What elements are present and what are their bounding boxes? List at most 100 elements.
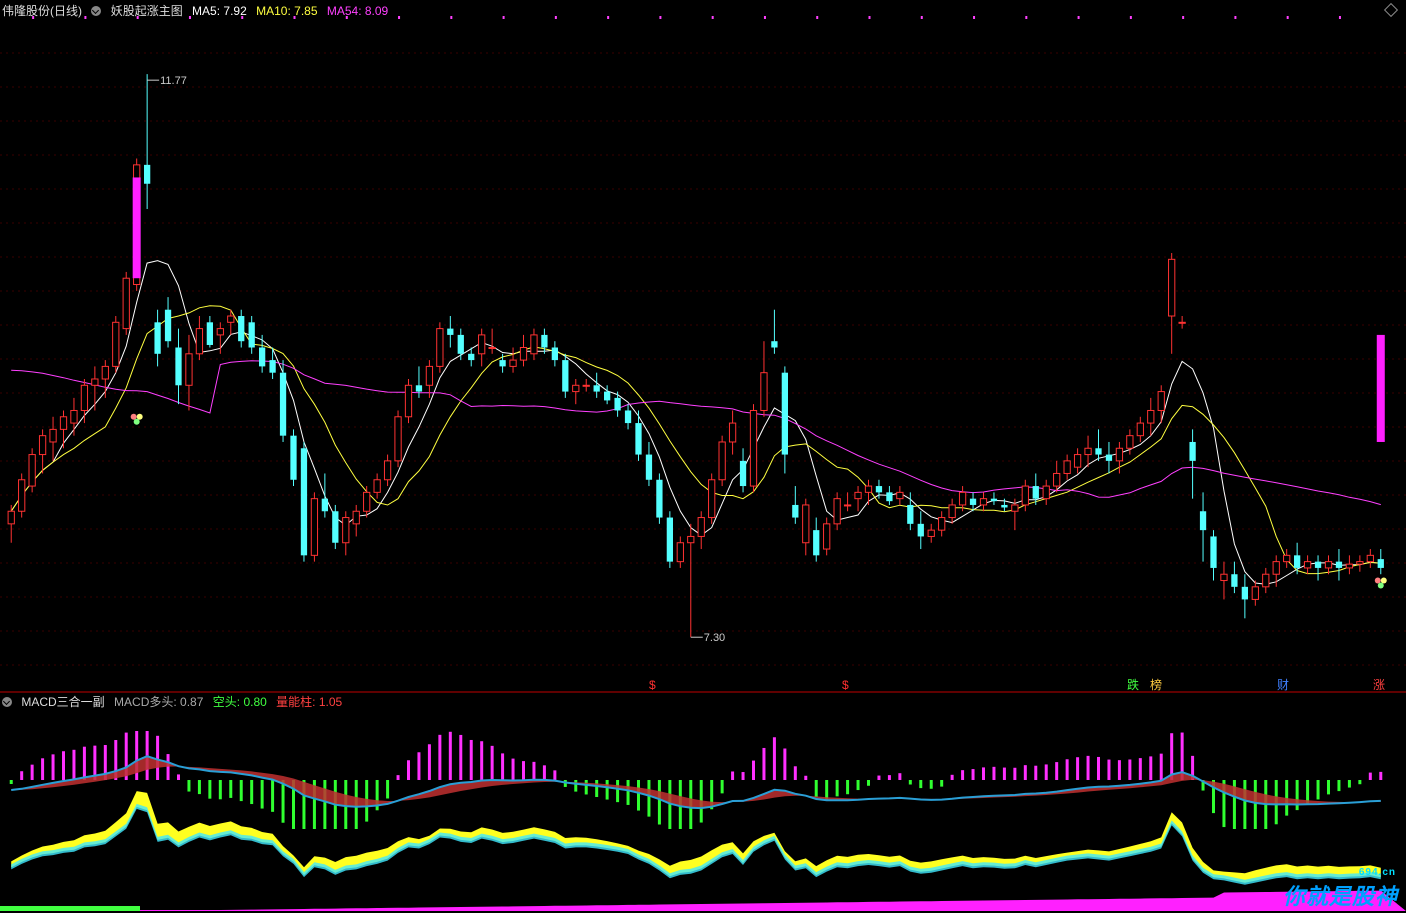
macd-pane [0, 731, 1406, 911]
top-signal-mark [763, 16, 766, 19]
candle-body [676, 542, 684, 563]
macd-hist-bar [595, 780, 599, 798]
macd-hist-bar [887, 775, 891, 780]
candle-body [404, 384, 413, 418]
macd-hist-bar [720, 780, 724, 794]
candle-body [1251, 586, 1259, 600]
candle-body [530, 334, 538, 355]
macd-hist-bar [459, 734, 463, 780]
candle-body [875, 486, 883, 493]
macd-hist-bar [407, 760, 410, 780]
macd-hist-bar [647, 780, 651, 817]
ma5-value: 7.92 [223, 4, 247, 18]
candle-body [1189, 441, 1196, 461]
macd-hist-bar [1159, 753, 1163, 780]
candle-body [394, 416, 402, 462]
candle-body [144, 164, 151, 184]
macd-hist-bar [532, 761, 536, 780]
ma5-line [10, 260, 1381, 585]
candle-body [468, 353, 475, 361]
macd-hist-bar [1065, 759, 1069, 780]
candle-body [59, 416, 68, 430]
candle-body [259, 347, 266, 367]
signal-dot [130, 413, 137, 420]
candlestick-series[interactable] [7, 74, 1385, 638]
candle-body [864, 485, 873, 493]
candle-body [1136, 422, 1144, 437]
candle-body [1084, 447, 1092, 456]
macd-hist-bar [1107, 759, 1111, 780]
marker-bang[interactable]: 榜 [1150, 678, 1162, 692]
chevron-down-icon[interactable] [2, 696, 12, 707]
candle-body [990, 498, 998, 502]
macd-hist-bar [1117, 760, 1121, 780]
macd-bull-label-text: MACD多头: [114, 695, 177, 709]
candle-body [604, 391, 611, 401]
candle-body [749, 409, 758, 487]
macd-hist-bar [323, 780, 327, 829]
candle-body [1283, 554, 1291, 563]
macd-hist-bar [835, 780, 839, 797]
ma10-label-text: MA10: [256, 4, 291, 18]
candle-body [1157, 391, 1165, 411]
candle-body [112, 321, 120, 367]
macd-hist-bar [281, 780, 285, 823]
ma54-label: MA54: 8.09 [327, 4, 388, 18]
top-signal-mark [659, 16, 662, 19]
candle-body [551, 347, 558, 361]
candle-body [499, 360, 506, 367]
sub-header: MACD三合一副 MACD多头: 0.87 空头: 0.80 量能柱: 1.05 [2, 693, 348, 711]
candle-body [582, 384, 590, 387]
candle-body [854, 491, 862, 500]
macd-hist-bar [908, 780, 912, 785]
marker-die[interactable]: 跌 [1127, 678, 1139, 692]
candle-body [195, 328, 204, 355]
macd-hist-bar [386, 780, 390, 799]
candle-body [572, 384, 580, 393]
candle-body [1324, 561, 1333, 569]
top-signal-mark [1182, 16, 1185, 19]
macd-hist-bar [762, 747, 766, 780]
macd-hist-bar [929, 780, 933, 789]
candle-body [1220, 573, 1228, 582]
macd-hist-bar [218, 780, 222, 800]
top-signal-mark [920, 16, 923, 19]
candle-body [833, 498, 841, 525]
candle-body [718, 441, 726, 481]
macd-hist-bar [1316, 780, 1320, 800]
chevron-down-icon[interactable] [91, 5, 102, 16]
macd-hist-bar [1170, 733, 1174, 780]
candle-body [771, 341, 778, 348]
macd-bear-label-text: 空头: [212, 695, 241, 709]
macd-hist-bar [961, 770, 965, 780]
candle-body [802, 504, 810, 544]
indicator-title[interactable]: 妖股起涨主图 [111, 4, 183, 18]
top-signal-mark [816, 16, 819, 19]
macd-hist-bar [1044, 764, 1048, 780]
candle-body [1168, 258, 1176, 317]
macd-hist-bar [1023, 765, 1027, 780]
candle-body [1178, 321, 1186, 324]
marker-dollar-2[interactable]: $ [842, 678, 849, 692]
stock-title: 伟隆股份(日线) [2, 4, 82, 18]
candle-body [1147, 409, 1155, 424]
marker-cai[interactable]: 财 [1277, 678, 1289, 692]
signal-dot [1377, 582, 1384, 589]
macd-hist-bar [553, 770, 557, 780]
macd-hist-bar [1337, 780, 1341, 792]
candle-body [1199, 511, 1207, 531]
kline-chart[interactable]: 11.77 7.30 [0, 0, 1406, 913]
candle-body [175, 347, 182, 386]
candle-body [1241, 586, 1248, 600]
macd-hist-bar [396, 775, 400, 780]
candle-body [269, 360, 276, 373]
candle-body [38, 435, 47, 456]
candle-body [562, 360, 569, 392]
candle-body [624, 410, 632, 424]
ma54-value: 8.09 [364, 4, 389, 18]
sub-indicator-title[interactable]: MACD三合一副 [21, 695, 104, 709]
candle-body [687, 535, 695, 544]
marker-dollar-1[interactable]: $ [649, 678, 656, 692]
low-price-label: 7.30 [704, 632, 725, 644]
marker-zhang[interactable]: 涨 [1373, 678, 1385, 692]
